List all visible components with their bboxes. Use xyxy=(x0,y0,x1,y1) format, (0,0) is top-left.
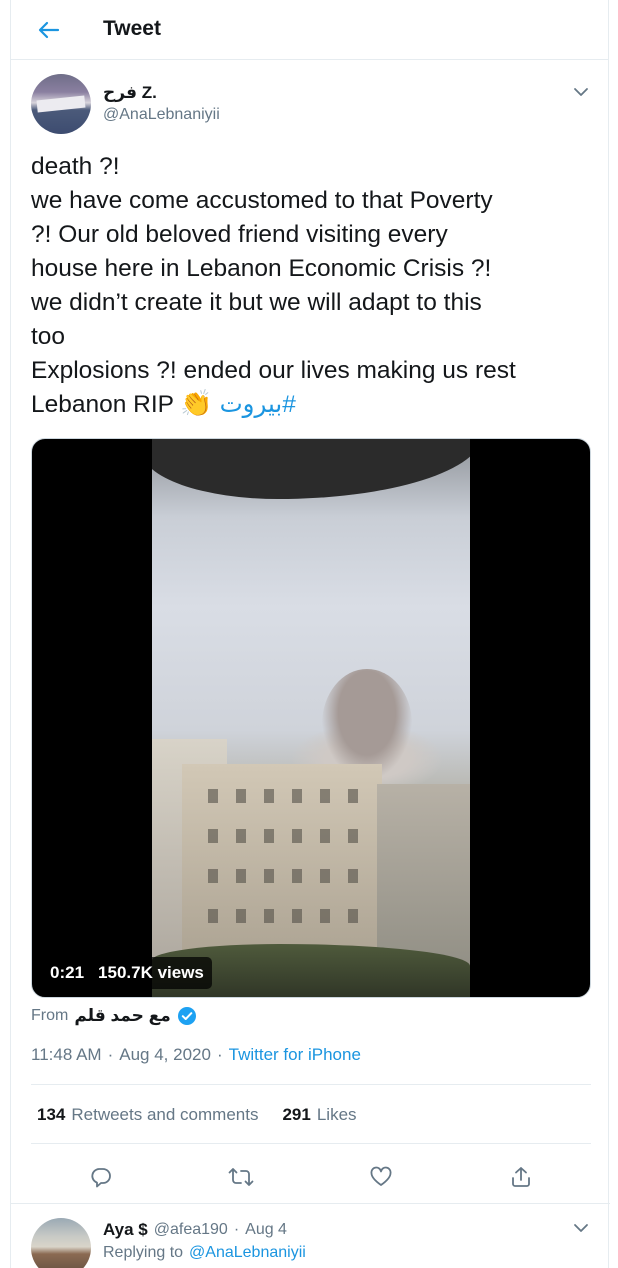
tweet-text-line: we have come accustomed to that Poverty xyxy=(31,187,493,214)
tweet-date[interactable]: Aug 4, 2020 xyxy=(119,1045,211,1065)
chevron-down-icon xyxy=(574,1224,588,1232)
likes-count: 291 xyxy=(282,1105,311,1124)
meta-separator: · xyxy=(107,1045,114,1064)
divider xyxy=(31,1084,591,1085)
like-button[interactable] xyxy=(366,1162,396,1192)
video-overlay: 0:21 150.7K views xyxy=(42,953,212,993)
reply-author-avatar[interactable] xyxy=(31,1218,91,1268)
tweet-text: death ?! we have come accustomed to that… xyxy=(31,150,601,422)
tweet-text-line: we didn’t create it but we will adapt to… xyxy=(31,289,482,316)
back-arrow-icon xyxy=(38,21,60,39)
tweet-stats: 134 Retweets and comments 291 Likes xyxy=(37,1102,381,1128)
likes-label: Likes xyxy=(316,1105,357,1124)
author-name[interactable]: فرح Z. xyxy=(103,83,157,103)
video-player[interactable]: 0:21 150.7K views xyxy=(31,438,591,998)
tweet-page: Tweet فرح Z. @AnaLebnaniyii death ?! we … xyxy=(10,0,610,1268)
tweet-text-line: Explosions ?! ended our lives making us … xyxy=(31,357,516,384)
clapping-hands-emoji: 👏 xyxy=(180,388,213,418)
tweet-text-fragment: Lebanon RIP xyxy=(31,391,174,418)
from-account-link[interactable]: مع حمد قلم xyxy=(74,1006,170,1026)
video-thumbnail xyxy=(152,439,470,997)
reply-author-name[interactable]: Aya $ xyxy=(103,1220,148,1240)
page-title: Tweet xyxy=(103,17,161,40)
section-separator xyxy=(11,1203,610,1204)
verified-badge-icon xyxy=(177,1007,196,1025)
from-label: From xyxy=(31,1007,69,1024)
video-stats-badge: 0:21 150.7K views xyxy=(42,957,212,989)
retweets-count: 134 xyxy=(37,1105,66,1124)
video-duration: 0:21 xyxy=(50,963,85,982)
reply-menu-button[interactable] xyxy=(569,1218,593,1238)
replying-to-label: Replying to xyxy=(103,1244,184,1261)
top-bar: Tweet xyxy=(11,0,608,60)
reply-date[interactable]: Aug 4 xyxy=(245,1221,287,1239)
replying-to-link[interactable]: @AnaLebnaniyii xyxy=(189,1244,306,1262)
likes-stat[interactable]: 291 Likes xyxy=(282,1105,356,1125)
reply-icon xyxy=(91,1168,111,1188)
author-handle[interactable]: @AnaLebnaniyii xyxy=(103,106,220,124)
retweet-button[interactable] xyxy=(226,1162,256,1192)
tweet-meta: 11:48 AM · Aug 4, 2020 · Twitter for iPh… xyxy=(31,1042,361,1068)
retweet-icon xyxy=(228,1168,254,1186)
author-avatar[interactable] xyxy=(31,74,91,134)
hashtag-link[interactable]: #بيروت xyxy=(220,391,296,418)
tweet-time[interactable]: 11:48 AM xyxy=(31,1045,102,1065)
video-source-row: From مع حمد قلم xyxy=(31,1003,197,1029)
meta-separator: · xyxy=(216,1045,223,1064)
reply-author-handle[interactable]: @afea190 xyxy=(154,1221,228,1239)
meta-separator: · xyxy=(233,1221,240,1238)
tweet-source-link[interactable]: Twitter for iPhone xyxy=(229,1045,361,1065)
divider xyxy=(31,1143,591,1144)
reply-button[interactable] xyxy=(86,1162,116,1192)
back-button[interactable] xyxy=(33,16,65,44)
reply-header: Aya $ @afea190 · Aug 4 xyxy=(103,1219,287,1241)
retweets-stat[interactable]: 134 Retweets and comments xyxy=(37,1105,258,1125)
replying-to-row: Replying to @AnaLebnaniyii xyxy=(103,1242,306,1264)
retweets-label: Retweets and comments xyxy=(71,1105,259,1124)
tweet-text-line: ?! Our old beloved friend visiting every xyxy=(31,221,448,248)
video-views: 150.7K views xyxy=(98,963,204,982)
tweet-menu-button[interactable] xyxy=(569,82,593,102)
tweet-text-line: too xyxy=(31,323,66,350)
tweet-text-line: house here in Lebanon Economic Crisis ?! xyxy=(31,255,492,282)
like-icon xyxy=(370,1166,392,1186)
chevron-down-icon xyxy=(574,88,588,96)
tweet-actions xyxy=(11,1156,610,1196)
share-button[interactable] xyxy=(506,1162,536,1192)
tweet-text-line: death ?! xyxy=(31,153,120,180)
share-icon xyxy=(512,1167,530,1187)
tweet-text-last-line: Lebanon RIP 👏 #بيروت xyxy=(31,388,601,422)
